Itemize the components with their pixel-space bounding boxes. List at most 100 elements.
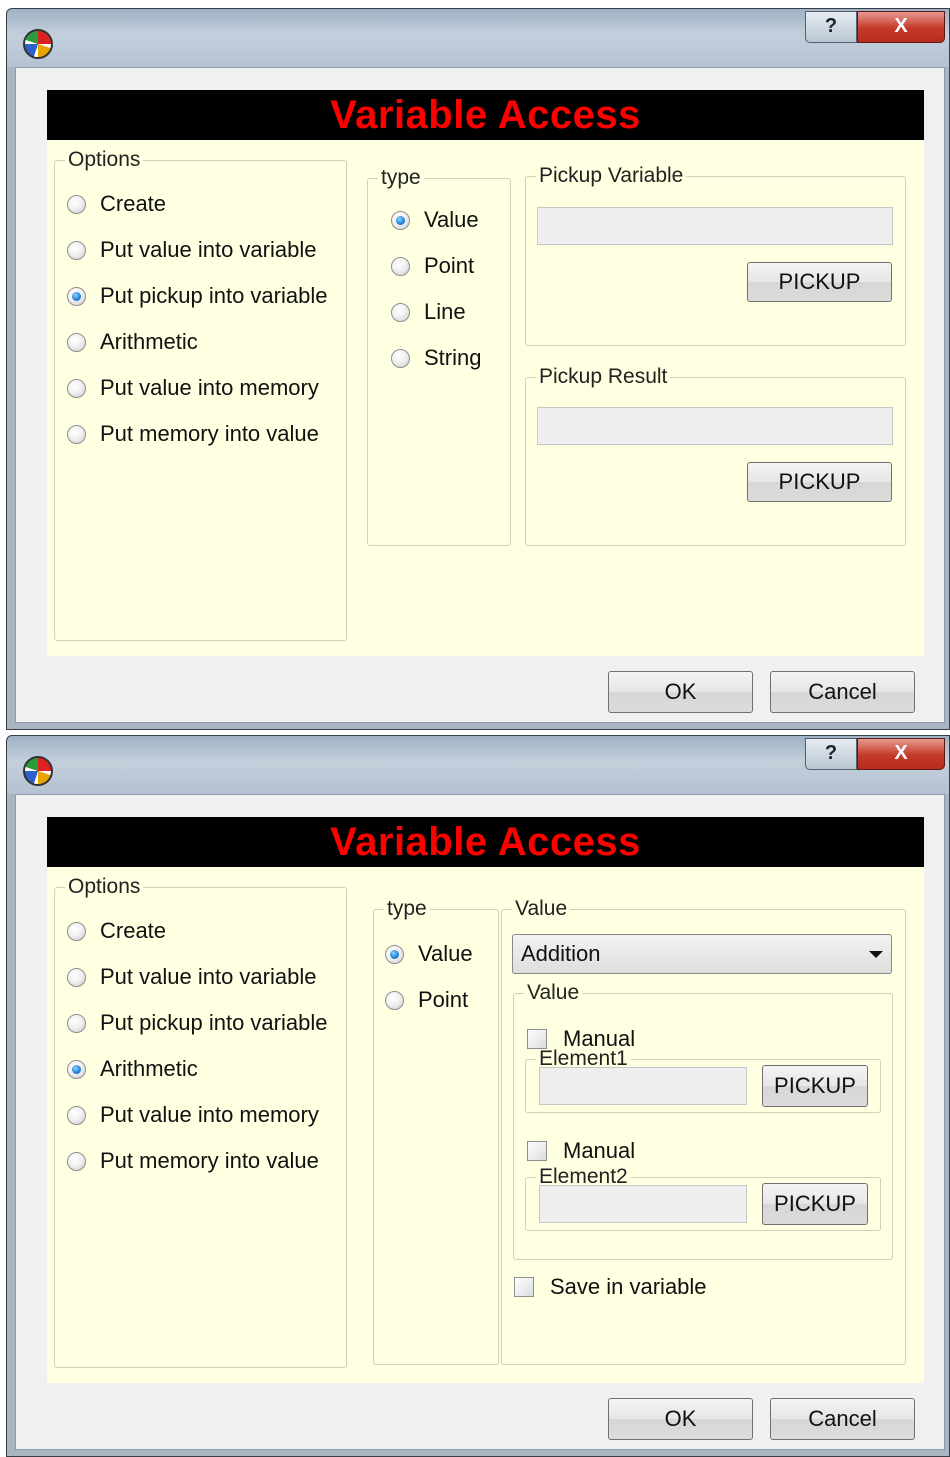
type-value[interactable]: Value	[385, 941, 473, 967]
radio-icon-selected[interactable]	[385, 944, 404, 964]
radio-icon[interactable]	[391, 302, 410, 322]
option-arithmetic[interactable]: Arithmetic	[67, 1056, 198, 1082]
operation-dropdown[interactable]: Addition	[512, 934, 892, 974]
radio-icon[interactable]	[391, 256, 410, 276]
option-label: Arithmetic	[100, 1056, 198, 1081]
type-point[interactable]: Point	[385, 987, 468, 1013]
type-string[interactable]: String	[391, 345, 481, 371]
save-in-variable-checkbox[interactable]: Save in variable	[514, 1274, 707, 1300]
radio-icon-selected[interactable]	[67, 1059, 86, 1079]
type-group: type	[373, 897, 499, 1365]
option-label: Create	[100, 191, 167, 216]
cancel-button[interactable]: Cancel	[770, 1398, 915, 1440]
option-label: Put memory into value	[100, 421, 319, 446]
operation-selected: Addition	[521, 941, 601, 966]
type-label: Value	[424, 207, 479, 232]
radio-icon[interactable]	[391, 348, 410, 368]
save-in-variable-label: Save in variable	[550, 1274, 707, 1299]
pickup-variable-group: Pickup Variable	[525, 164, 906, 346]
radio-icon[interactable]	[67, 921, 86, 941]
option-label: Create	[100, 918, 167, 943]
radio-icon[interactable]	[67, 1151, 86, 1171]
option-label: Put pickup into variable	[100, 283, 328, 308]
type-legend: type	[381, 166, 421, 189]
radio-icon[interactable]	[67, 967, 86, 987]
app-icon[interactable]	[23, 756, 53, 786]
title-bar[interactable]: ? X	[7, 9, 949, 67]
type-line[interactable]: Line	[391, 299, 466, 325]
type-legend: type	[387, 897, 427, 920]
dialog-window-1: ? X Variable Access Options Create Put v…	[6, 8, 950, 730]
type-label: Point	[418, 987, 469, 1012]
type-label: Point	[424, 253, 475, 278]
close-button[interactable]: X	[857, 738, 945, 770]
radio-icon[interactable]	[67, 378, 86, 398]
value-legend: Value	[515, 897, 568, 920]
manual-label: Manual	[563, 1138, 636, 1163]
option-put-memory-into-value[interactable]: Put memory into value	[67, 421, 319, 447]
type-value[interactable]: Value	[391, 207, 479, 233]
cancel-button[interactable]: Cancel	[770, 671, 915, 713]
pickup-variable-field[interactable]	[537, 207, 893, 245]
option-label: Put value into memory	[100, 1102, 319, 1127]
close-button[interactable]: X	[857, 11, 945, 43]
option-label: Put value into memory	[100, 375, 319, 400]
radio-icon[interactable]	[67, 240, 86, 260]
option-label: Put memory into value	[100, 1148, 319, 1173]
option-put-pickup-into-variable[interactable]: Put pickup into variable	[67, 283, 327, 309]
banner-title: Variable Access	[47, 90, 924, 140]
type-label: Value	[418, 941, 473, 966]
element1-field[interactable]	[539, 1067, 747, 1105]
element2-field[interactable]	[539, 1185, 747, 1223]
dialog-window-2: ? X Variable Access Options Create Put v…	[6, 735, 950, 1457]
pickup-result-group: Pickup Result	[525, 365, 906, 546]
help-button[interactable]: ?	[805, 738, 857, 770]
option-put-value-into-memory[interactable]: Put value into memory	[67, 375, 319, 401]
radio-icon[interactable]	[67, 332, 86, 352]
pickup-result-button[interactable]: PICKUP	[747, 462, 892, 502]
pickup-variable-legend: Pickup Variable	[539, 164, 684, 187]
type-point[interactable]: Point	[391, 253, 474, 279]
help-button[interactable]: ?	[805, 11, 857, 43]
chevron-down-icon[interactable]	[869, 951, 883, 958]
option-arithmetic[interactable]: Arithmetic	[67, 329, 198, 355]
option-put-memory-into-value[interactable]: Put memory into value	[67, 1148, 319, 1174]
radio-icon[interactable]	[67, 424, 86, 444]
options-legend: Options	[68, 875, 141, 898]
type-label: Line	[424, 299, 466, 324]
radio-icon[interactable]	[67, 1105, 86, 1125]
option-put-value-into-variable[interactable]: Put value into variable	[67, 237, 316, 263]
option-put-value-into-variable[interactable]: Put value into variable	[67, 964, 316, 990]
element1-pickup-button[interactable]: PICKUP	[762, 1065, 868, 1107]
dialog-content: Variable Access Options Create Put value…	[15, 67, 945, 723]
options-legend: Options	[68, 148, 141, 171]
option-label: Put value into variable	[100, 964, 317, 989]
main-panel: Variable Access Options Create Put value…	[47, 817, 924, 1383]
banner-title: Variable Access	[47, 817, 924, 867]
option-label: Arithmetic	[100, 329, 198, 354]
radio-icon-selected[interactable]	[67, 286, 86, 306]
radio-icon[interactable]	[67, 194, 86, 214]
option-put-value-into-memory[interactable]: Put value into memory	[67, 1102, 319, 1128]
option-create[interactable]: Create	[67, 191, 166, 217]
ok-button[interactable]: OK	[608, 671, 753, 713]
radio-icon[interactable]	[385, 990, 404, 1010]
pickup-variable-button[interactable]: PICKUP	[747, 262, 892, 302]
checkbox-icon[interactable]	[527, 1141, 547, 1161]
checkbox-icon[interactable]	[527, 1029, 547, 1049]
radio-icon-selected[interactable]	[391, 210, 410, 230]
manual-checkbox-2[interactable]: Manual	[527, 1138, 635, 1164]
ok-button[interactable]: OK	[608, 1398, 753, 1440]
pickup-result-field[interactable]	[537, 407, 893, 445]
option-put-pickup-into-variable[interactable]: Put pickup into variable	[67, 1010, 327, 1036]
type-label: String	[424, 345, 482, 370]
option-label: Put pickup into variable	[100, 1010, 328, 1035]
value-inner-legend: Value	[527, 981, 580, 1004]
option-create[interactable]: Create	[67, 918, 166, 944]
main-panel: Variable Access Options Create Put value…	[47, 90, 924, 656]
checkbox-icon[interactable]	[514, 1277, 534, 1297]
element2-pickup-button[interactable]: PICKUP	[762, 1183, 868, 1225]
app-icon[interactable]	[23, 29, 53, 59]
title-bar[interactable]: ? X	[7, 736, 949, 794]
radio-icon[interactable]	[67, 1013, 86, 1033]
